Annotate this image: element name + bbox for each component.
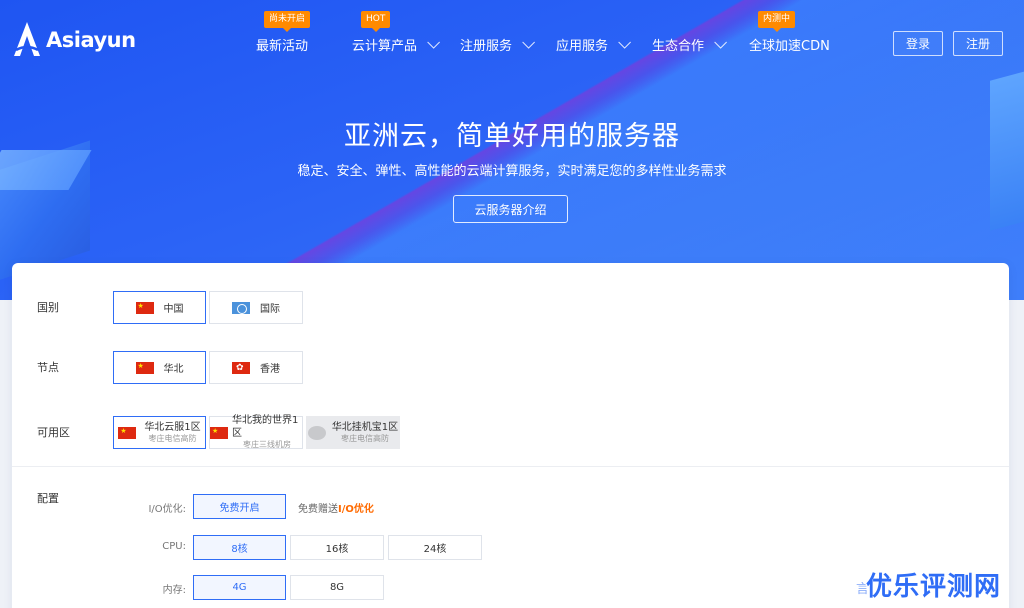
nav-item-label: 生态合作 bbox=[652, 39, 705, 54]
cpu-option-16[interactable]: 16核 bbox=[290, 535, 384, 560]
spec-label: 配置 bbox=[37, 492, 59, 505]
zone-label: 可用区 bbox=[37, 426, 70, 439]
nav-item-app-services[interactable]: 应用服务 bbox=[556, 35, 632, 54]
zone-title: 华北挂机宝1区 bbox=[331, 421, 399, 433]
zone-subtitle: 枣庄三线机房 bbox=[243, 440, 291, 450]
nav-badge: 内测中 bbox=[758, 11, 796, 32]
country-option-international[interactable]: 国际 bbox=[209, 291, 303, 324]
hero-banner: Asiayun 最新活动 云计算产品 注册服务 应用服务 生态合作 全球加速CD… bbox=[0, 0, 1024, 300]
chevron-down-icon bbox=[522, 36, 536, 49]
zone-subtitle: 枣庄电信高防 bbox=[148, 433, 197, 443]
cn-flag-icon bbox=[210, 425, 228, 439]
memory-option-8g[interactable]: 8G bbox=[290, 575, 384, 600]
option-label: 华北 bbox=[163, 364, 184, 375]
nav-item-label: 云计算产品 bbox=[352, 39, 418, 54]
cn-flag-icon bbox=[135, 360, 154, 374]
register-button[interactable]: 注册 bbox=[953, 31, 1003, 56]
zone-title: 华北云服1区 bbox=[144, 421, 201, 433]
cpu-option-24[interactable]: 24核 bbox=[388, 535, 482, 560]
chevron-down-icon bbox=[714, 36, 728, 49]
disabled-flag-icon bbox=[307, 425, 326, 440]
node-option-north-china[interactable]: 华北 bbox=[113, 351, 206, 384]
hero-title: 亚洲云，简单好用的服务器 bbox=[344, 121, 680, 152]
cn-flag-icon bbox=[118, 425, 137, 439]
zone-subtitle: 枣庄电信高防 bbox=[341, 433, 389, 443]
country-option-china[interactable]: 中国 bbox=[113, 291, 206, 324]
nav-item-registration[interactable]: 注册服务 bbox=[460, 35, 536, 54]
hk-flag-icon bbox=[232, 361, 250, 374]
zone-option-2[interactable]: 华北我的世界1区 枣庄三线机房 bbox=[209, 415, 303, 450]
cpu-option-8[interactable]: 8核 bbox=[193, 535, 286, 560]
section-divider bbox=[12, 466, 1009, 467]
node-option-hong-kong[interactable]: 香港 bbox=[209, 351, 303, 384]
top-nav: 最新活动 云计算产品 注册服务 应用服务 生态合作 全球加速CDN bbox=[0, 35, 1024, 55]
io-note-prefix: 免费赠送 bbox=[298, 504, 338, 515]
nav-badge: 尚未开启 bbox=[264, 11, 311, 32]
zone-title: 华北我的世界1区 bbox=[232, 415, 299, 440]
nav-item-label: 全球加速CDN bbox=[749, 39, 830, 54]
nav-item-label: 最新活动 bbox=[256, 39, 309, 54]
server-intro-button[interactable]: 云服务器介绍 bbox=[453, 195, 568, 223]
nav-item-label: 应用服务 bbox=[556, 39, 609, 54]
zone-option-3-disabled: 华北挂机宝1区 枣庄电信高防 bbox=[306, 416, 400, 449]
watermark: 优乐评测网 bbox=[866, 572, 1002, 602]
cn-flag-icon bbox=[135, 300, 154, 314]
login-button[interactable]: 登录 bbox=[893, 31, 943, 56]
option-label: 国际 bbox=[260, 304, 280, 315]
nav-item-latest-events[interactable]: 最新活动 bbox=[256, 35, 308, 54]
chevron-down-icon bbox=[618, 36, 632, 49]
nav-item-label: 注册服务 bbox=[460, 39, 513, 54]
memory-label: 内存: bbox=[162, 585, 186, 596]
config-panel: 国别 中国 国际 节点 华北 香港 可用区 华北云服1区 枣庄电信高防 华北我的… bbox=[12, 263, 1009, 608]
country-label: 国别 bbox=[37, 301, 59, 314]
nav-item-cdn[interactable]: 全球加速CDN bbox=[749, 35, 830, 54]
option-label: 香港 bbox=[260, 364, 280, 375]
cpu-label: CPU: bbox=[162, 541, 186, 552]
nav-item-ecosystem[interactable]: 生态合作 bbox=[652, 35, 728, 54]
io-enable-button[interactable]: 免费开启 bbox=[193, 494, 286, 519]
option-label: 中国 bbox=[163, 304, 184, 315]
zone-option-1[interactable]: 华北云服1区 枣庄电信高防 bbox=[113, 416, 206, 449]
un-flag-icon bbox=[232, 301, 250, 314]
nav-item-cloud-products[interactable]: 云计算产品 bbox=[352, 35, 441, 54]
memory-option-4g[interactable]: 4G bbox=[193, 575, 286, 600]
io-label: I/O优化: bbox=[148, 504, 186, 515]
nav-badge: HOT bbox=[361, 11, 391, 32]
hero-subtitle: 稳定、安全、弹性、高性能的云端计算服务，实时满足您的多样性业务需求 bbox=[297, 164, 727, 179]
chevron-down-icon bbox=[427, 36, 441, 49]
io-note-highlight: I/O优化 bbox=[338, 504, 374, 515]
io-note: 免费赠送I/O优化 bbox=[298, 500, 374, 515]
node-label: 节点 bbox=[37, 361, 59, 374]
